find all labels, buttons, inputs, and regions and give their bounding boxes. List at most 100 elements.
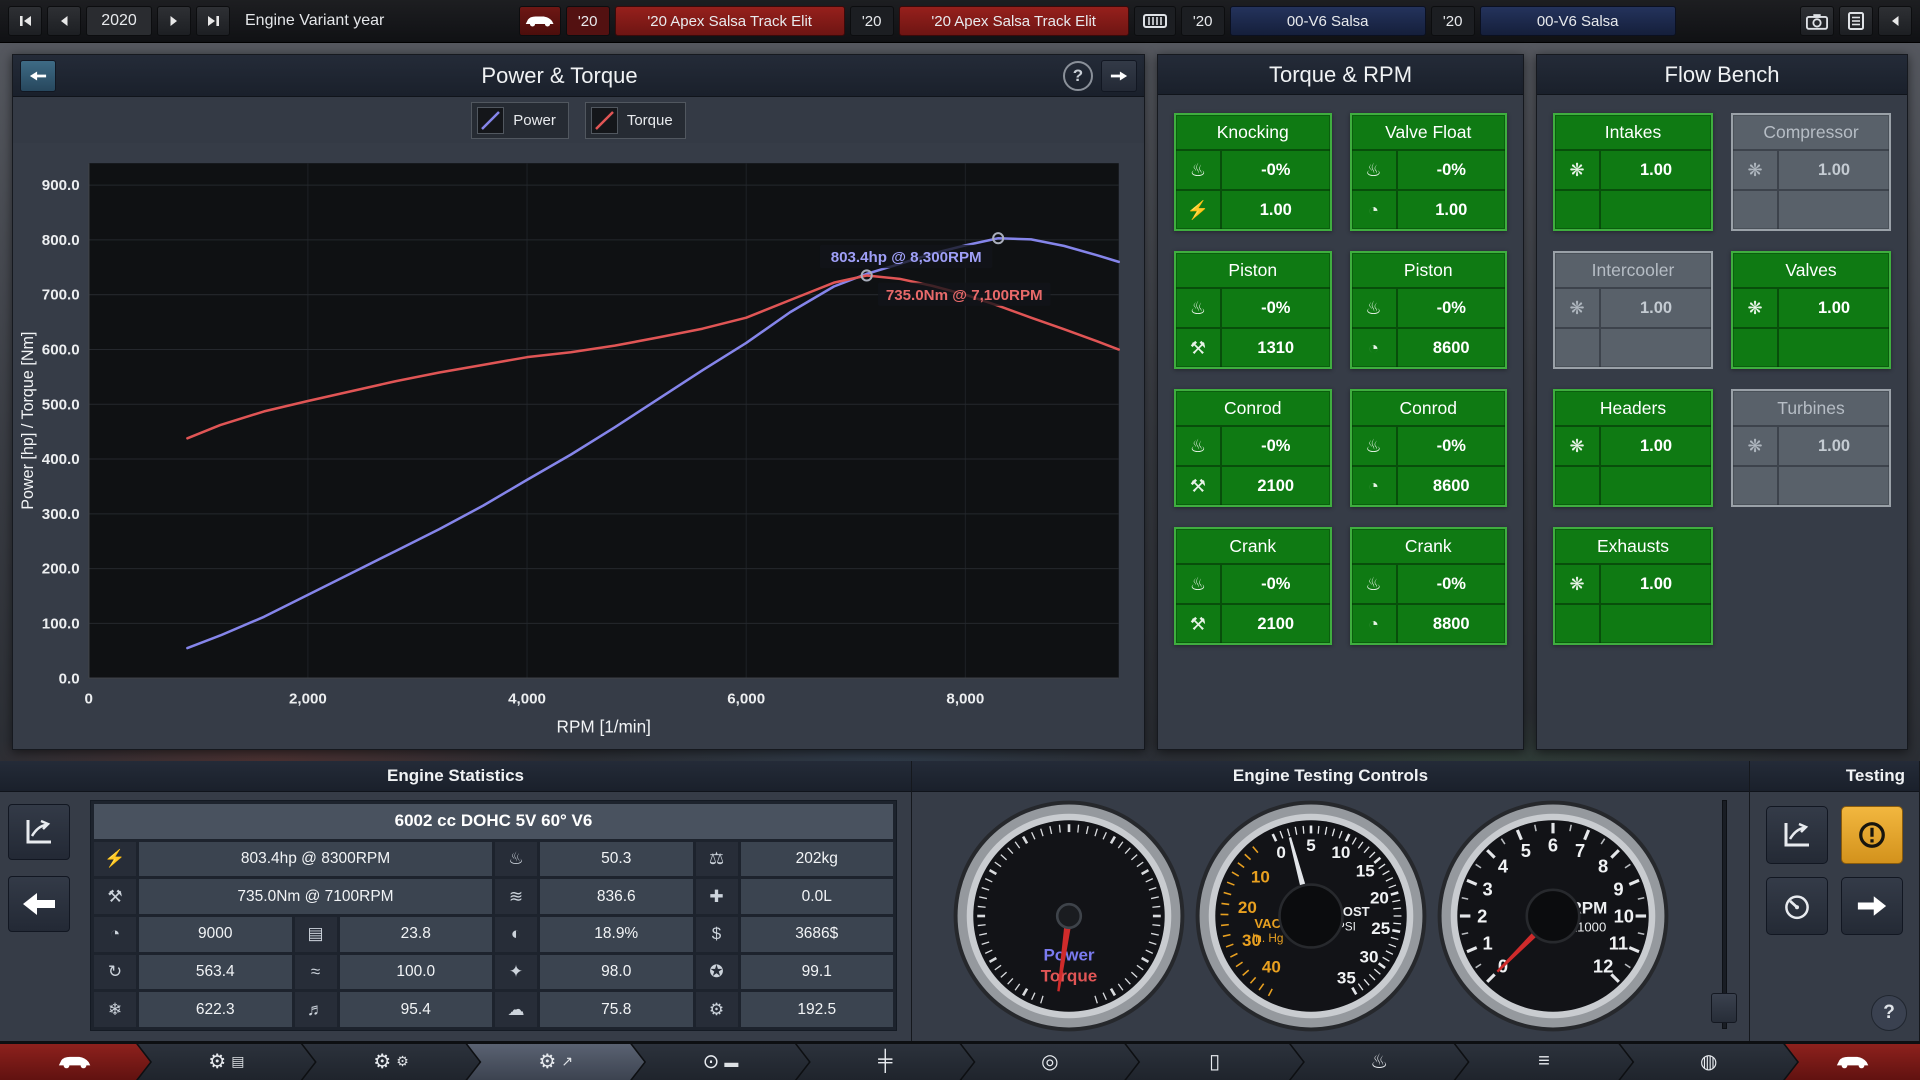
toolbar-tab-aspiration[interactable]: ◎	[962, 1044, 1139, 1080]
engine-tab-1[interactable]: 00-V6 Salsa	[1230, 6, 1426, 36]
toolbar-tab-bottom-end[interactable]: ⊙▬	[632, 1044, 809, 1080]
testing-graph-button[interactable]	[1766, 806, 1828, 864]
toolbar-tab-engine-testing[interactable]: ⚙↗	[467, 1044, 644, 1080]
engine-icon: ▤	[295, 917, 337, 952]
svg-text:800.0: 800.0	[42, 232, 80, 249]
flow-bench-panel: Flow Bench Intakes❋1.00Compressor❋1.00In…	[1536, 54, 1908, 750]
flow-card-turbines[interactable]: Turbines❋1.00	[1731, 389, 1891, 507]
slider-thumb[interactable]	[1711, 993, 1737, 1023]
engine-tab-short-2[interactable]: '20	[1431, 6, 1475, 36]
limit-row: ⚒1310	[1176, 327, 1330, 367]
car-tab-2[interactable]: '20 Apex Salsa Track Elit	[899, 6, 1129, 36]
knock-row: ♨-0%	[1352, 425, 1506, 465]
card-title: Exhausts	[1555, 529, 1711, 563]
limit-card-conrod-5[interactable]: Conrod♨-0%◔8600	[1350, 389, 1508, 507]
torque-rpm-title: Torque & RPM	[1158, 55, 1523, 95]
year-prev-button[interactable]	[47, 6, 81, 36]
svg-text:9: 9	[1613, 879, 1623, 900]
toolbar-tab-car-design[interactable]	[0, 1044, 150, 1080]
car-tab-1[interactable]: '20 Apex Salsa Track Elit	[615, 6, 845, 36]
limit-card-knocking-0[interactable]: Knocking♨-0%⚡1.00	[1174, 113, 1332, 231]
chart-forward-button[interactable]	[1101, 60, 1137, 92]
toolbar-tab-top-end[interactable]: ╪	[797, 1044, 974, 1080]
car-tab-short-2[interactable]: '20	[850, 6, 894, 36]
year-last-button[interactable]	[196, 6, 230, 36]
toolbar-tab-exhaust[interactable]: ≡	[1456, 1044, 1633, 1080]
limit-card-crank-7[interactable]: Crank♨-0%◔8800	[1350, 527, 1508, 645]
toolbar-tab-engine-manager[interactable]: ⚙▤	[138, 1044, 315, 1080]
throttle-slider[interactable]	[1711, 800, 1737, 1029]
limit-value: 8600	[1398, 329, 1506, 367]
stats-back-button[interactable]	[8, 876, 70, 932]
svg-text:100.0: 100.0	[42, 615, 80, 632]
stats-graph-button[interactable]	[8, 804, 70, 860]
empty-cell	[1601, 467, 1711, 505]
collapse-topbar-button[interactable]	[1878, 6, 1912, 36]
run-test-button[interactable]	[1841, 877, 1903, 935]
svg-text:400.0: 400.0	[42, 451, 80, 468]
flow-card-valves[interactable]: Valves❋1.00	[1731, 251, 1891, 369]
engine-statistics-title: Engine Statistics	[0, 761, 911, 792]
flow-card-headers[interactable]: Headers❋1.00	[1553, 389, 1713, 507]
engine-summary: 6002 cc DOHC 5V 60° V6	[94, 804, 893, 839]
testing-help-button[interactable]: ?	[1871, 995, 1907, 1031]
efficiency-icon: ◐	[495, 917, 537, 952]
rpm-limiter-button[interactable]	[1766, 877, 1828, 935]
knock-percent: -0%	[1398, 289, 1506, 327]
svg-text:900.0: 900.0	[42, 177, 80, 194]
chart-help-button[interactable]: ?	[1063, 61, 1093, 91]
limit-card-crank-6[interactable]: Crank♨-0%⚒2100	[1174, 527, 1332, 645]
toolbar-tab-fuel-system[interactable]: ▯	[1126, 1044, 1303, 1080]
legend-item-torque[interactable]: Torque	[585, 102, 686, 139]
dyno-gauge: PowerTorque	[951, 798, 1187, 1034]
card-title: Piston	[1352, 253, 1506, 287]
flow-card-intakes[interactable]: Intakes❋1.00	[1553, 113, 1713, 231]
stat-octane-value: 98.0	[540, 955, 693, 990]
knock-percent: -0%	[1222, 289, 1330, 327]
stat-max-rpm-value: 9000	[139, 917, 292, 952]
svg-text:6: 6	[1547, 835, 1557, 856]
testing-panel: Testing ?	[1750, 761, 1920, 1041]
toolbar-tab-test[interactable]: ◍	[1620, 1044, 1797, 1080]
flow-card-exhausts[interactable]: Exhausts❋1.00	[1553, 527, 1713, 645]
card-title: Conrod	[1352, 391, 1506, 425]
stat-cooling-value: 622.3	[139, 992, 292, 1027]
card-title: Valves	[1733, 253, 1889, 287]
flow-card-compressor[interactable]: Compressor❋1.00	[1731, 113, 1891, 231]
stats-body: 6002 cc DOHC 5V 60° V6 ⚡803.4hp @ 8300RP…	[0, 792, 911, 1041]
engine-tab-2[interactable]: 00-V6 Salsa	[1480, 6, 1676, 36]
chart-titlebar: Power & Torque ?	[13, 55, 1144, 97]
card-title: Knocking	[1176, 115, 1330, 149]
limit-card-conrod-4[interactable]: Conrod♨-0%⚒2100	[1174, 389, 1332, 507]
notes-button[interactable]	[1839, 6, 1873, 36]
legend-item-power[interactable]: Power	[471, 102, 569, 139]
chart-back-button[interactable]	[20, 60, 56, 92]
limit-card-piston-3[interactable]: Piston♨-0%◔8600	[1350, 251, 1508, 369]
svg-text:0: 0	[85, 690, 93, 707]
engine-variant-year: 2020	[86, 6, 152, 36]
toolbar-tab-car-final[interactable]	[1785, 1044, 1920, 1080]
flow-card-intercooler[interactable]: Intercooler❋1.00	[1553, 251, 1713, 369]
knock-row: ♨-0%	[1176, 287, 1330, 327]
limit-card-piston-2[interactable]: Piston♨-0%⚒1310	[1174, 251, 1332, 369]
limit-row: ⚡1.00	[1176, 189, 1330, 229]
year-next-button[interactable]	[157, 6, 191, 36]
toolbar-tab-engine-family[interactable]: ⚙⚙	[303, 1044, 480, 1080]
wrench-icon: ⚒	[1176, 467, 1222, 505]
power-torque-chart: 0.0100.0200.0300.0400.0500.0600.0700.080…	[13, 143, 1144, 749]
peak-power-icon: ⚡	[94, 842, 136, 877]
toolbar-tab-cooling[interactable]: ♨	[1291, 1044, 1468, 1080]
responsiveness-icon: ↻	[94, 955, 136, 990]
year-first-button[interactable]	[8, 6, 42, 36]
limit-card-valve-float-1[interactable]: Valve Float♨-0%◔1.00	[1350, 113, 1508, 231]
card-title: Intakes	[1555, 115, 1711, 149]
engine-tab-short-1[interactable]: '20	[1181, 6, 1225, 36]
knock-icon: ♨	[1352, 289, 1398, 327]
reliability-icon: ✪	[696, 955, 738, 990]
svg-text:15: 15	[1355, 862, 1374, 881]
screenshot-button[interactable]	[1800, 6, 1834, 36]
svg-text:20: 20	[1237, 898, 1256, 917]
warning-toggle-button[interactable]	[1841, 806, 1903, 864]
svg-text:2: 2	[1477, 906, 1487, 927]
car-tab-short-1[interactable]: '20	[566, 6, 610, 36]
